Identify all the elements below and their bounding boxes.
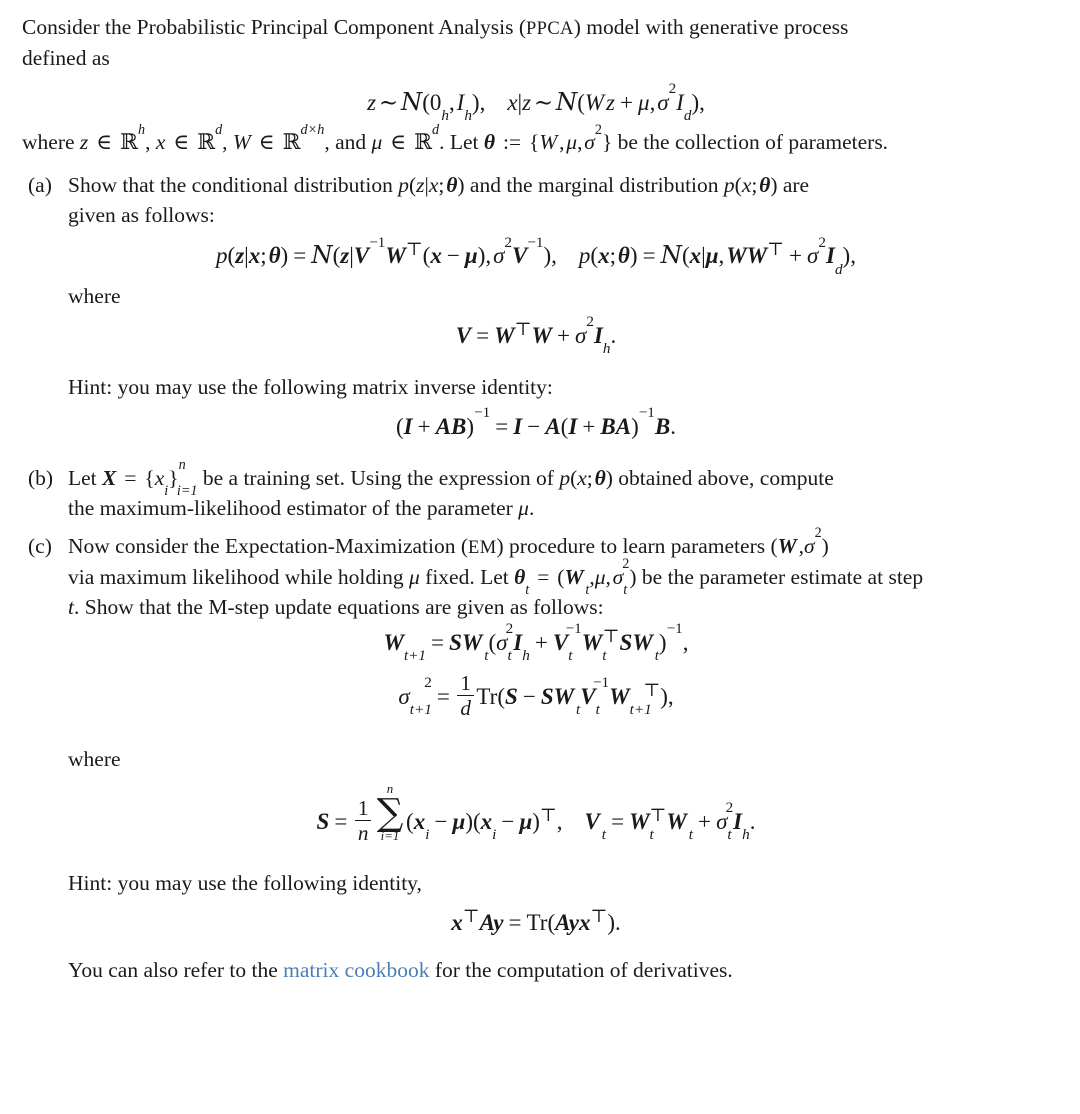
where-label-a-container: where <box>22 281 1050 311</box>
document-content: Consider the Probabilistic Principal Com… <box>0 0 1080 985</box>
hint-c-text: Hint: you may use the following identity… <box>68 871 422 896</box>
equation-S-and-Vt-definitions: S = 1 n n ∑ i=1 (xi− μ)(xi− μ)⊤, V t= Wt⊤W t+ σt2Ih. <box>316 782 756 846</box>
list-item-c: (c) Now consider the Expectation-Maximiz… <box>22 525 1050 622</box>
hint-c-container: Hint: you may use the following identity… <box>22 868 1050 898</box>
equation-generative-process: z ∼ N(0h, Ih), x|z ∼ N(W z + μ, σ2Id), <box>367 80 705 125</box>
list-item-b: (b) Let X = {xi}ni=1 be a training set. … <box>22 457 1050 523</box>
item-body-a: Show that the conditional distribution p… <box>68 173 810 228</box>
em-acronym: EM <box>468 536 497 557</box>
item-body-c: Now consider the Expectation-Maximizatio… <box>68 525 924 619</box>
ppca-acronym: PPCA <box>526 18 574 38</box>
where-label-c-container: where <box>22 744 1050 774</box>
item-label-b: (b) <box>28 465 54 490</box>
equation-sigma-update: σt+12= 1 d Tr(S − SW tVt−1Wt+1⊤), <box>398 670 674 720</box>
footer-paragraph: You can also refer to the matrix cookboo… <box>68 955 1050 985</box>
hint-a-text: Hint: you may use the following matrix i… <box>68 374 553 399</box>
item-label-c: (c) <box>28 533 52 558</box>
equation-matrix-inverse-identity: (I + AB)−1= I − A(I + BA)−1B. <box>396 404 676 439</box>
equation-V-definition: V = W⊤W + σ2Ih. <box>455 313 617 358</box>
document-page: Consider the Probabilistic Principal Com… <box>0 0 1080 1114</box>
item-body-b: Let X = {xi}ni=1 be a training set. Usin… <box>68 457 834 520</box>
item-c-line1-a: Now consider the Expectation-Maximizatio… <box>68 533 469 558</box>
footer-after-link: for the computation of derivatives. <box>429 958 733 983</box>
equation-trace-identity: x⊤Ay = Tr(Ayx⊤). <box>451 906 621 936</box>
item-a-line2: given as follows: <box>68 203 215 228</box>
equation-posterior-and-marginal: p(z|x; θ) = N(z|V−1W⊤(x − μ), σ2V−1), p(x; θ)… <box>216 233 856 278</box>
equation-W-update: Wt+1= SW t(σt2Ih+ Vt−1Wt⊤SW t)−1, <box>383 620 689 665</box>
footer-before-link: You can also refer to the <box>68 958 284 983</box>
list-item-a: (a) Show that the conditional distributi… <box>22 170 1050 230</box>
where-clause-paragraph: where z ∈ ℝh, x ∈ ℝd, W ∈ ℝd×h, and μ ∈ … <box>22 121 889 156</box>
intro-line1-after: ) model with generative process <box>573 15 849 39</box>
intro-line2: defined as <box>22 46 110 70</box>
intro-paragraph: Consider the Probabilistic Principal Com… <box>22 12 1050 73</box>
where-label-c: where <box>68 747 121 772</box>
matrix-cookbook-link[interactable]: matrix cookbook <box>283 958 429 982</box>
item-label-a: (a) <box>28 173 52 198</box>
hint-a-container: Hint: you may use the following matrix i… <box>22 372 1050 402</box>
where-label-a: where <box>68 283 121 308</box>
footer-container: You can also refer to the matrix cookboo… <box>22 955 1050 985</box>
intro-line1-before: Consider the Probabilistic Principal Com… <box>22 15 527 39</box>
